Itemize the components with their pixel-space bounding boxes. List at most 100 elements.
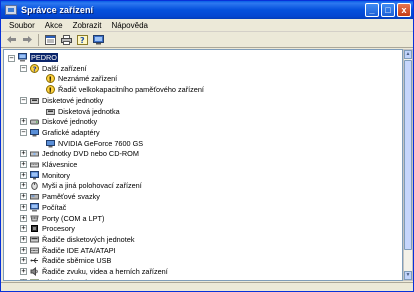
tree-category[interactable]: Počítač [30, 202, 66, 213]
minimize-button[interactable]: _ [365, 3, 379, 17]
keyboard-icon [30, 160, 39, 169]
tree-category[interactable]: Disketové jednotky [30, 95, 103, 106]
menu-akce[interactable]: Akce [40, 21, 68, 30]
tree-category[interactable]: ? Další zařízení [30, 63, 87, 74]
tree-item-label: Jednotky DVD nebo CD-ROM [42, 149, 139, 159]
tree-expander[interactable]: − [20, 96, 27, 104]
tree-item-label: Řadič velkokapacitního paměťového zaříze… [58, 85, 204, 95]
tree-item-label: Paměťové svazky [42, 192, 100, 202]
tree-category[interactable]: Síťové adaptéry [30, 277, 94, 280]
tree-category[interactable]: Klávesnice [30, 159, 77, 170]
scroll-down-button[interactable]: ▼ [404, 271, 412, 280]
back-arrow-icon[interactable] [4, 33, 18, 46]
tree-expander[interactable]: + [20, 203, 27, 211]
tree-category[interactable]: Řadiče sběrnice USB [30, 255, 111, 266]
tree-device[interactable]: ! Řadič velkokapacitního paměťového zaříz… [46, 84, 204, 95]
usb-icon [30, 256, 39, 265]
svg-text:!: ! [49, 86, 52, 94]
tree-category[interactable]: Jednotky DVD nebo CD-ROM [30, 148, 139, 159]
tree-category[interactable]: Procesory [30, 223, 75, 234]
tree-device[interactable]: ! Neznámé zařízení [46, 73, 117, 84]
display-icon [46, 139, 55, 148]
tree-item-label: Disketové jednotky [42, 95, 104, 105]
tree-item-label: Počítač [42, 202, 67, 212]
maximize-button[interactable]: □ [381, 3, 395, 17]
tree-item-label: Řadiče sběrnice USB [42, 256, 112, 266]
computer-icon [18, 53, 27, 62]
tree-expander[interactable]: + [20, 278, 27, 280]
ide-icon [30, 246, 39, 255]
tree-device[interactable]: NVIDIA GeForce 7600 GS [46, 138, 143, 149]
monitor-icon [30, 170, 39, 180]
tree-expander[interactable]: + [20, 246, 27, 254]
tree-expander[interactable]: + [20, 182, 27, 190]
toolbar-separator [38, 33, 39, 46]
menu-bar: Soubor Akce Zobrazit Nápověda [1, 19, 413, 32]
vertical-scrollbar[interactable]: ▲ ▼ [403, 49, 413, 281]
tree-category[interactable]: Paměťové svazky [30, 191, 100, 202]
help-icon[interactable]: ? [75, 33, 89, 46]
floppy-icon [30, 96, 39, 105]
svg-text:!: ! [49, 76, 52, 84]
tree-item-label: Monitory [42, 170, 70, 180]
port-icon [30, 214, 39, 223]
tree-expander[interactable]: + [20, 235, 27, 243]
tree-category[interactable]: Řadiče zvuku, videa a herních zařízení [30, 266, 168, 277]
floppy-controller-icon [30, 235, 39, 244]
tree-root[interactable]: PEDRO [18, 52, 58, 63]
tree-category[interactable]: Grafické adaptéry [30, 127, 100, 138]
menu-napoveda[interactable]: Nápověda [107, 21, 153, 30]
tree-expander[interactable]: + [20, 150, 27, 158]
tree-item-label: Síťové adaptéry [42, 278, 94, 280]
tree-item-label: Grafické adaptéry [42, 127, 100, 137]
tree-expander[interactable]: + [20, 225, 27, 233]
sound-icon [30, 266, 39, 277]
question-icon: ? [30, 63, 39, 73]
tree-category[interactable]: Řadiče IDE ATA/ATAPI [30, 245, 116, 256]
tree-category[interactable]: Monitory [30, 170, 70, 181]
root-collapse-toggle[interactable]: − [8, 55, 15, 62]
tree-item-label: Řadiče IDE ATA/ATAPI [42, 245, 116, 255]
title-bar[interactable]: Správce zařízení _ □ x [1, 1, 413, 19]
display-icon [30, 128, 39, 137]
warning-question-icon: ! [46, 85, 55, 94]
warning-question-icon: ! [46, 74, 55, 84]
tree-item-label: Klávesnice [42, 160, 78, 169]
tree-expander[interactable]: + [20, 161, 27, 168]
scan-hardware-icon[interactable] [91, 33, 105, 46]
tree-item-label: NVIDIA GeForce 7600 GS [58, 138, 144, 148]
tree-expander[interactable]: − [20, 128, 27, 136]
tree-expander[interactable]: − [20, 64, 27, 72]
svg-text:?: ? [33, 65, 37, 73]
tree-item-label: Řadiče disketových jednotek [42, 234, 135, 244]
tree-category[interactable]: Řadiče disketových jednotek [30, 234, 134, 245]
print-icon[interactable] [59, 33, 73, 46]
tree-expander[interactable]: + [20, 118, 27, 126]
tree-category[interactable]: Myši a jiná polohovací zařízení [30, 180, 142, 191]
tree-category[interactable]: Porty (COM a LPT) [30, 213, 104, 224]
properties-icon[interactable] [43, 33, 57, 46]
root-label: PEDRO [30, 53, 58, 62]
tree-expander[interactable]: + [20, 214, 27, 222]
device-tree[interactable]: − PEDRO −? Další zařízení! Neznámé zařízen… [3, 49, 403, 281]
tree-item-label: Diskové jednotky [42, 117, 98, 127]
tree-category[interactable]: Diskové jednotky [30, 116, 97, 127]
volume-icon [30, 192, 39, 201]
device-manager-window: Správce zařízení _ □ x Soubor Akce Zobra… [0, 0, 414, 292]
tree-expander[interactable]: + [20, 257, 27, 265]
tree-item-label: Myši a jiná polohovací zařízení [42, 181, 142, 191]
tree-item-label: Porty (COM a LPT) [42, 213, 105, 223]
scroll-thumb[interactable] [404, 60, 412, 250]
menu-soubor[interactable]: Soubor [4, 21, 40, 30]
network-icon [30, 278, 39, 280]
scroll-up-button[interactable]: ▲ [404, 50, 412, 59]
close-button[interactable]: x [397, 3, 411, 17]
computer-icon [30, 202, 39, 212]
menu-zobrazit[interactable]: Zobrazit [68, 21, 107, 30]
tree-device[interactable]: Disketová jednotka [46, 106, 120, 117]
tree-expander[interactable]: + [20, 193, 27, 201]
tree-expander[interactable]: + [20, 268, 27, 275]
forward-arrow-icon[interactable] [20, 33, 34, 46]
tree-expander[interactable]: + [20, 171, 27, 179]
mouse-icon [30, 181, 39, 191]
